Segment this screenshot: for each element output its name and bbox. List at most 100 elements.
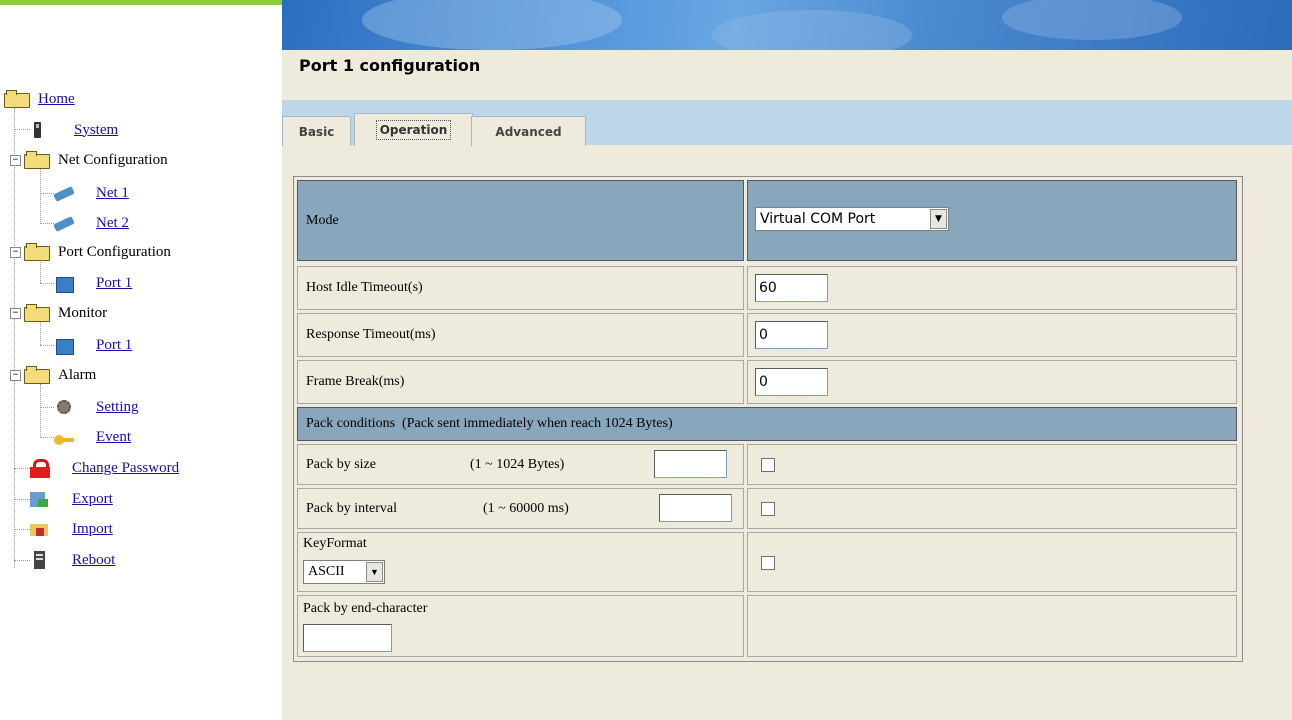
nav-item-setting[interactable]: Setting <box>54 392 139 422</box>
import-icon <box>30 520 50 538</box>
pack-interval-range: (1 ~ 60000 ms) <box>483 500 569 516</box>
keyformat-select-value: ASCII <box>308 564 345 579</box>
pack-size-input[interactable] <box>654 450 727 478</box>
nav-export-link[interactable]: Export <box>72 491 113 508</box>
collapse-icon[interactable]: − <box>10 154 21 166</box>
frame-break-label-cell: Frame Break(ms) <box>297 360 744 404</box>
nav-port1-link[interactable]: Port 1 <box>96 275 132 292</box>
nav-item-home[interactable]: Home <box>4 84 75 114</box>
response-timeout-label: Response Timeout(ms) <box>306 327 436 342</box>
page-title: Port 1 configuration <box>299 56 481 75</box>
nav-import-link[interactable]: Import <box>72 521 113 538</box>
folder-icon <box>24 304 50 322</box>
tab-advanced[interactable]: Advanced <box>471 116 586 146</box>
nav-item-net-1[interactable]: Net 1 <box>53 178 129 208</box>
host-idle-timeout-input[interactable]: 60 <box>755 274 828 302</box>
mode-label-cell: Mode <box>297 180 744 261</box>
pack-interval-input[interactable] <box>659 494 732 522</box>
pack-interval-label: Pack by interval <box>306 500 397 516</box>
export-icon <box>30 490 50 508</box>
mode-label: Mode <box>306 212 339 228</box>
nav-item-import[interactable]: Import <box>30 514 113 544</box>
config-table: Mode Virtual COM Port ▼ Host Idle Timeou… <box>293 176 1243 662</box>
nav-event-link[interactable]: Event <box>96 429 131 446</box>
nav-item-monitor-port-1[interactable]: Port 1 <box>54 330 132 360</box>
tab-operation-label: Operation <box>375 120 452 140</box>
frame-break-input[interactable]: 0 <box>755 368 828 396</box>
nav-item-reboot[interactable]: Reboot <box>30 545 115 575</box>
pack-conditions-label: Pack conditions (Pack sent immediately w… <box>306 416 673 431</box>
tab-operation[interactable]: Operation <box>354 113 473 146</box>
frame-break-label: Frame Break(ms) <box>306 374 405 389</box>
response-timeout-input[interactable]: 0 <box>755 321 828 349</box>
pack-interval-check-cell <box>747 488 1237 529</box>
nav-item-net-2[interactable]: Net 2 <box>53 208 129 238</box>
nav-net1-link[interactable]: Net 1 <box>96 185 129 202</box>
pack-size-label-cell: Pack by size (1 ~ 1024 Bytes) <box>297 444 744 485</box>
keyformat-check-cell <box>747 532 1237 592</box>
mode-select[interactable]: Virtual COM Port ▼ <box>755 207 949 231</box>
nav-item-alarm[interactable]: − Alarm <box>10 360 96 390</box>
mode-value-cell: Virtual COM Port ▼ <box>747 180 1237 261</box>
nav-item-system[interactable]: System <box>30 115 118 145</box>
nav-reboot-link[interactable]: Reboot <box>72 552 115 569</box>
port-icon <box>54 274 74 293</box>
frame-break-value-cell: 0 <box>747 360 1237 404</box>
host-idle-label: Host Idle Timeout(s) <box>306 280 423 295</box>
key-icon <box>54 428 74 446</box>
nav-setting-link[interactable]: Setting <box>96 399 139 416</box>
main-panel: Port 1 configuration Basic Operation Adv… <box>282 50 1292 720</box>
nav-change-password-link[interactable]: Change Password <box>72 460 179 477</box>
nav-home-link[interactable]: Home <box>38 91 75 108</box>
pack-size-check-cell <box>747 444 1237 485</box>
pack-end-character-input[interactable] <box>303 624 392 652</box>
server-icon <box>30 121 44 139</box>
pack-size-checkbox[interactable] <box>761 458 775 472</box>
nav-item-port-1[interactable]: Port 1 <box>54 268 132 298</box>
chevron-down-icon: ▼ <box>366 562 383 582</box>
tab-basic[interactable]: Basic <box>282 116 351 146</box>
response-timeout-value: 0 <box>759 327 768 343</box>
frame-break-value: 0 <box>759 374 768 390</box>
nav-item-change-password[interactable]: Change Password <box>30 453 179 483</box>
port-icon <box>54 336 74 355</box>
host-idle-value-cell: 60 <box>747 266 1237 310</box>
header-banner <box>282 0 1292 50</box>
keyformat-label: KeyFormat <box>303 536 367 551</box>
nav-item-monitor[interactable]: − Monitor <box>10 298 107 328</box>
network-card-icon <box>53 214 76 232</box>
folder-icon <box>24 366 50 384</box>
collapse-icon[interactable]: − <box>10 307 21 319</box>
pack-end-label-cell: Pack by end-character <box>297 595 744 657</box>
nav-top-accent <box>0 0 282 5</box>
tab-advanced-label: Advanced <box>495 124 562 139</box>
keyformat-checkbox[interactable] <box>761 556 775 570</box>
tab-bar: Basic Operation Advanced <box>282 100 1292 146</box>
collapse-icon[interactable]: − <box>10 369 21 381</box>
gear-person-icon <box>54 398 74 416</box>
nav-item-net-configuration[interactable]: − Net Configuration <box>10 145 168 175</box>
pack-conditions-header: Pack conditions (Pack sent immediately w… <box>297 407 1237 441</box>
nav-system-link[interactable]: System <box>74 122 118 139</box>
pack-size-range: (1 ~ 1024 Bytes) <box>470 456 565 472</box>
reboot-icon <box>30 551 50 569</box>
mode-select-value: Virtual COM Port <box>760 211 876 227</box>
nav-monitor-label: Monitor <box>58 304 108 321</box>
collapse-icon[interactable]: − <box>10 246 21 258</box>
chevron-down-icon: ▼ <box>930 209 947 229</box>
nav-net2-link[interactable]: Net 2 <box>96 215 129 232</box>
pack-interval-label-cell: Pack by interval (1 ~ 60000 ms) <box>297 488 744 529</box>
nav-item-export[interactable]: Export <box>30 484 113 514</box>
nav-monitor-port1-link[interactable]: Port 1 <box>96 337 132 354</box>
nav-alarm-label: Alarm <box>58 366 97 383</box>
host-idle-timeout-value: 60 <box>759 280 777 296</box>
pack-end-empty-cell <box>747 595 1237 657</box>
keyformat-select[interactable]: ASCII ▼ <box>303 560 385 584</box>
pack-interval-checkbox[interactable] <box>761 502 775 516</box>
pack-size-label: Pack by size <box>306 456 376 472</box>
nav-item-port-configuration[interactable]: − Port Configuration <box>10 237 171 267</box>
nav-net-config-label: Net Configuration <box>58 151 168 168</box>
nav-item-event[interactable]: Event <box>54 422 131 452</box>
lock-icon <box>30 459 50 478</box>
tab-basic-label: Basic <box>298 124 335 139</box>
